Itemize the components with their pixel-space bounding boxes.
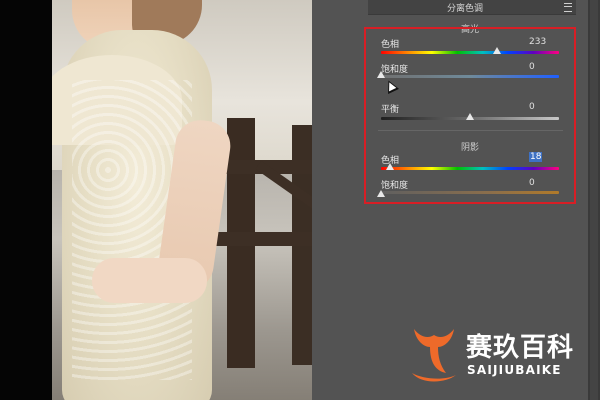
scrollbar-thumb[interactable] — [590, 0, 598, 400]
logo-text-cn: 赛玖百科 — [466, 333, 575, 363]
logo-whale-tail-icon — [412, 329, 456, 382]
logo-text-en: SAIJIUBAIKE — [467, 363, 562, 377]
canvas-margin — [0, 0, 52, 400]
annotation-highlight-box — [364, 27, 576, 204]
panel-title: 分离色调 — [447, 4, 484, 14]
screenshot: 分离色调 高光 色相 233 饱和度 0 平衡 0 阴影 色相 18 饱和度 0… — [0, 0, 600, 400]
photo-canvas[interactable] — [52, 0, 312, 400]
panel-menu-icon[interactable] — [564, 3, 572, 12]
